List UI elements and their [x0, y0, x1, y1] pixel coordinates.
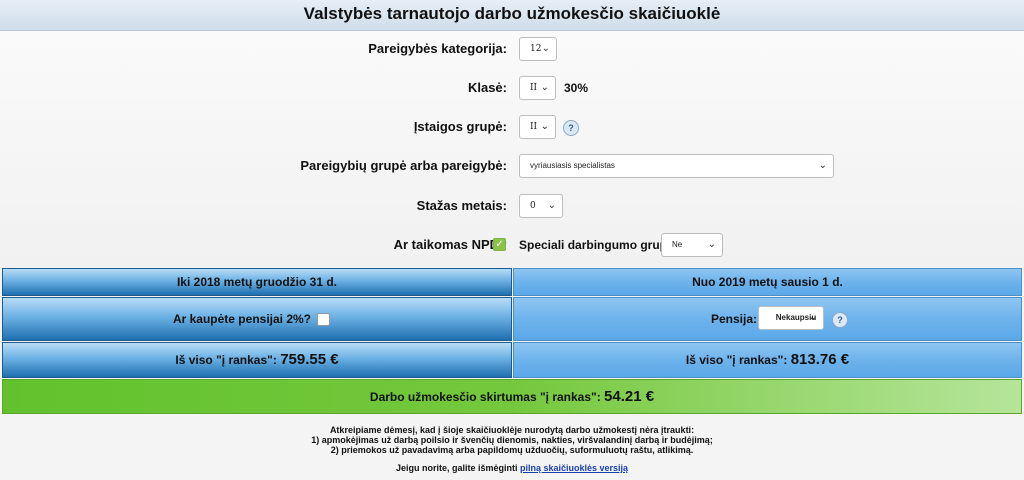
special-group-label: Speciali darbingumo grupė — [519, 238, 674, 252]
institution-group-select[interactable]: II ⌄ — [519, 115, 556, 139]
position-group-row: Pareigybių grupė arba pareigybė: vyriaus… — [0, 151, 1024, 181]
position-group-select[interactable]: vyriausiasis specialistas ⌄ — [519, 154, 834, 178]
question-icon[interactable]: ? — [832, 312, 848, 328]
experience-select[interactable]: 0 ⌄ — [519, 194, 563, 218]
chevron-down-icon: ⌄ — [707, 239, 716, 250]
class-row: Klasė: II ⌄ 30% — [0, 73, 1024, 103]
experience-row: Stažas metais: 0 ⌄ — [0, 191, 1024, 221]
class-value: II — [530, 83, 538, 93]
category-row: Pareigybės kategorija: 12 ⌄ — [0, 34, 1024, 64]
left-total-label: Iš viso "į rankas": — [175, 353, 277, 367]
left-pension-panel: Ar kaupėte pensijai 2%? — [2, 297, 512, 341]
left-total-panel: Iš viso "į rankas": 759.55 € — [2, 342, 512, 378]
right-total-value: 813.76 € — [790, 351, 850, 368]
note-line-1: Atkreipiame dėmesį, kad į šioje skaičiuo… — [329, 425, 695, 435]
pension-select[interactable]: Nekaupsiu ⌄ — [758, 306, 824, 330]
note-line-2: 1) apmokėjimas už darbą poilsio ir švenč… — [311, 435, 713, 445]
special-group-select[interactable]: Ne ⌄ — [661, 233, 723, 257]
full-version-prefix: Jeigu norite, galite išmėginti — [395, 463, 518, 473]
right-pension-panel: Pensija: Nekaupsiu ⌄ ? — [513, 297, 1022, 341]
institution-group-row: Įstaigos grupė: II ⌄ ? — [0, 112, 1024, 142]
right-total-label: Iš viso "į rankas": — [685, 353, 788, 367]
category-value: 12 — [530, 44, 542, 54]
difference-label: Darbo užmokesčio skirtumas "į rankas": — [369, 390, 601, 404]
chevron-down-icon: ⌄ — [818, 160, 827, 171]
chevron-down-icon: ⌄ — [540, 121, 549, 132]
chevron-down-icon: ⌄ — [541, 43, 550, 54]
npd-row: Ar taikomas NPD? ✓ Speciali darbingumo g… — [0, 230, 1024, 260]
position-group-value: vyriausiasis specialistas — [530, 161, 615, 170]
class-label: Klasė: — [467, 80, 507, 95]
difference-panel: Darbo užmokesčio skirtumas "į rankas": 5… — [2, 379, 1022, 414]
npd-label: Ar taikomas NPD? — [393, 237, 507, 252]
class-percent: 30% — [564, 81, 589, 95]
institution-group-label: Įstaigos grupė: — [413, 119, 507, 134]
npd-checkbox[interactable]: ✓ — [493, 238, 506, 251]
category-label: Pareigybės kategorija: — [368, 41, 507, 56]
chevron-down-icon: ⌄ — [540, 82, 549, 93]
difference-value: 54.21 € — [604, 388, 655, 405]
experience-value: 0 — [530, 201, 536, 211]
pension-checkbox[interactable] — [317, 313, 330, 326]
full-version-link[interactable]: pilną skaičiuoklės versiją — [520, 463, 628, 473]
note-line-3: 2) priemokos už pavadavimą arba papildom… — [330, 445, 694, 455]
left-period-header: Iki 2018 metų gruodžio 31 d. — [2, 268, 512, 296]
question-icon[interactable]: ? — [563, 120, 579, 136]
special-group-value: Ne — [672, 240, 683, 249]
category-select[interactable]: 12 ⌄ — [519, 37, 557, 61]
position-group-label: Pareigybių grupė arba pareigybė: — [300, 158, 507, 173]
page-title: Valstybės tarnautojo darbo užmokesčio sk… — [0, 0, 1024, 31]
right-pension-label: Pensija: — [711, 312, 758, 326]
chevron-down-icon: ⌄ — [808, 312, 817, 323]
left-total-value: 759.55 € — [280, 351, 339, 368]
right-period-header: Nuo 2019 metų sausio 1 d. — [513, 268, 1022, 296]
class-select[interactable]: II ⌄ — [519, 76, 556, 100]
full-version-note: Jeigu norite, galite išmėginti pilną ska… — [0, 463, 1024, 473]
right-total-panel: Iš viso "į rankas": 813.76 € — [513, 342, 1022, 378]
chevron-down-icon: ⌄ — [547, 200, 556, 211]
left-pension-label: Ar kaupėte pensijai 2%? — [172, 312, 311, 326]
calculator-form: Pareigybės kategorija: 12 ⌄ Klasė: II ⌄ … — [0, 31, 1024, 267]
experience-label: Stažas metais: — [416, 198, 507, 213]
institution-group-value: II — [530, 122, 538, 132]
